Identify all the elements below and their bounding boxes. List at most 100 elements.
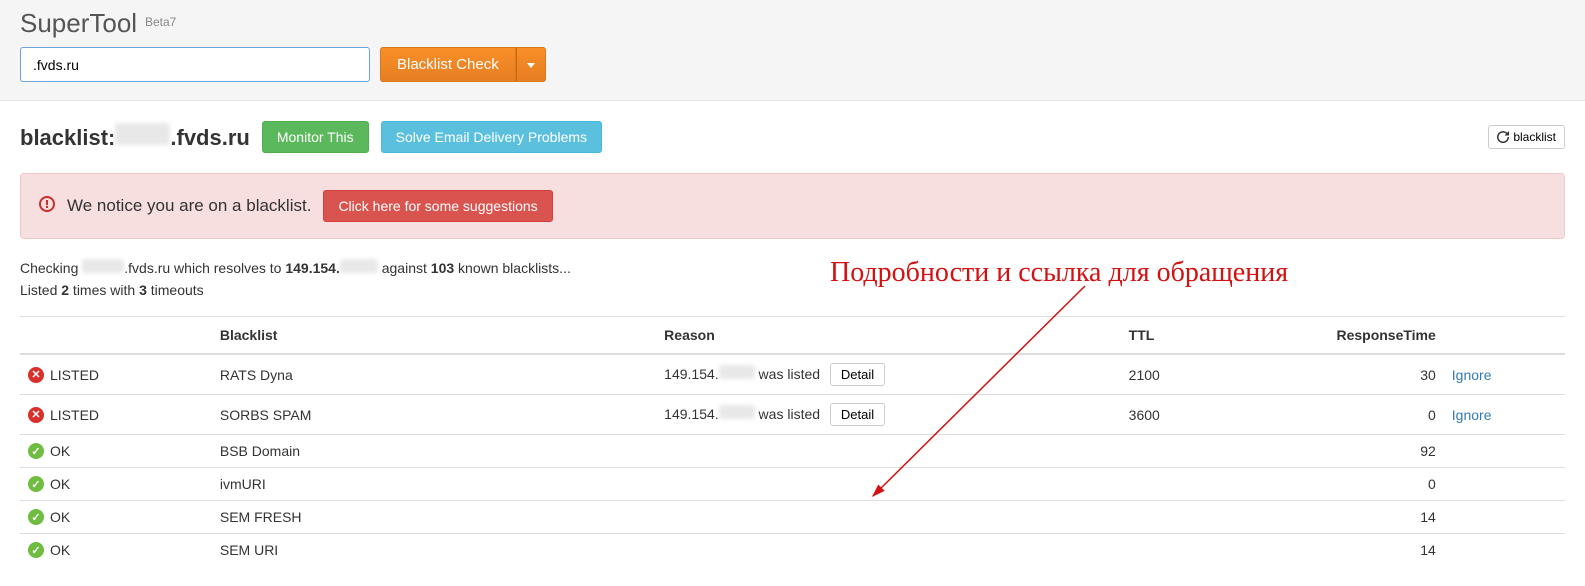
responsetime-cell: 14 [1222, 501, 1444, 534]
detail-button[interactable]: Detail [830, 403, 885, 426]
status-cell: OK [28, 509, 204, 525]
beta-badge: Beta7 [145, 15, 176, 29]
redacted-host2 [82, 259, 124, 273]
table-row: OK SEM URI 14 [20, 534, 1565, 567]
suggestions-button[interactable]: Click here for some suggestions [323, 190, 552, 222]
checking-ip-prefix: 149.154. [285, 260, 340, 276]
listed-icon [28, 367, 44, 383]
reason-suffix: was listed [755, 366, 820, 382]
solve-problems-button[interactable]: Solve Email Delivery Problems [381, 121, 602, 153]
checking-mid1: which resolves to [170, 260, 285, 276]
refresh-button[interactable]: blacklist [1488, 125, 1565, 149]
detail-button[interactable]: Detail [830, 363, 885, 386]
ttl-cell: 2100 [1121, 354, 1222, 395]
th-status [20, 317, 212, 355]
lookup-button-group: Blacklist Check [380, 47, 546, 82]
ok-icon [28, 443, 44, 459]
ttl-cell [1121, 534, 1222, 567]
table-row: LISTEDRATS Dyna149.154. was listed Detai… [20, 354, 1565, 395]
blacklist-name: SORBS SPAM [212, 395, 656, 435]
listed-prefix: Listed [20, 282, 61, 298]
checking-host-suffix: .fvds.ru [124, 260, 170, 276]
blacklist-alert: We notice you are on a blacklist. Click … [20, 173, 1565, 239]
checking-suffix: known blacklists... [454, 260, 571, 276]
status-cell: OK [28, 476, 204, 492]
action-cell [1444, 534, 1565, 567]
table-header-row: Blacklist Reason TTL ResponseTime [20, 317, 1565, 355]
main-content: blacklist: .fvds.ru Monitor This Solve Em… [0, 101, 1585, 586]
refresh-label: blacklist [1513, 130, 1556, 144]
status-cell: LISTED [28, 367, 204, 383]
redacted-ip-cell [719, 405, 755, 419]
blacklist-name: SEM URI [212, 534, 656, 567]
status-cell: LISTED [28, 407, 204, 423]
status-text: OK [50, 476, 70, 492]
reason-cell: 149.154. was listed Detail [656, 395, 1121, 435]
table-row: OKBSB Domain92 [20, 435, 1565, 468]
monitor-this-button[interactable]: Monitor This [262, 121, 369, 153]
table-row: OK SEM FRESH 14 [20, 501, 1565, 534]
blacklist-name: RATS Dyna [212, 354, 656, 395]
ttl-cell: 3600 [1121, 395, 1222, 435]
result-heading: blacklist: .fvds.ru [20, 123, 250, 151]
alert-icon [39, 196, 55, 217]
caret-down-icon [527, 63, 535, 68]
alert-text: We notice you are on a blacklist. [67, 196, 311, 216]
ok-icon [28, 476, 44, 492]
status-text: OK [50, 443, 70, 459]
listed-mid: times with [69, 282, 139, 298]
status-text: LISTED [50, 367, 99, 383]
th-action [1444, 317, 1565, 355]
status-cell: OK [28, 443, 204, 459]
action-cell [1444, 501, 1565, 534]
ignore-link[interactable]: Ignore [1452, 407, 1492, 423]
reason-ip-prefix: 149.154. [664, 406, 719, 422]
responsetime-cell: 0 [1222, 468, 1444, 501]
redacted-ip-cell [719, 365, 755, 379]
action-cell: Ignore [1444, 354, 1565, 395]
top-bar: SuperTool Beta7 Blacklist Check [0, 0, 1585, 101]
ttl-cell [1121, 501, 1222, 534]
checking-line: Checking .fvds.ru which resolves to 149.… [20, 259, 1565, 276]
ok-icon [28, 509, 44, 525]
table-row: OK ivmURI 0 [20, 468, 1565, 501]
action-cell [1444, 468, 1565, 501]
result-heading-prefix: blacklist: [20, 125, 115, 151]
checking-mid2: against [378, 260, 431, 276]
th-reason: Reason [656, 317, 1121, 355]
listed-times: 2 [61, 282, 69, 298]
redacted-ip [340, 259, 378, 273]
blacklist-name: BSB Domain [212, 435, 656, 468]
responsetime-cell: 0 [1222, 395, 1444, 435]
listed-timeouts: 3 [139, 282, 147, 298]
checking-count: 103 [431, 260, 454, 276]
listed-suffix: timeouts [147, 282, 204, 298]
domain-input[interactable] [20, 47, 370, 82]
status-text: OK [50, 509, 70, 525]
ttl-cell [1121, 468, 1222, 501]
blacklist-name: ivmURI [212, 468, 656, 501]
blacklist-check-dropdown[interactable] [516, 47, 546, 82]
title-row: SuperTool Beta7 [20, 8, 1565, 39]
blacklist-check-button[interactable]: Blacklist Check [380, 47, 516, 82]
responsetime-cell: 30 [1222, 354, 1444, 395]
status-text: LISTED [50, 407, 99, 423]
action-cell: Ignore [1444, 395, 1565, 435]
responsetime-cell: 14 [1222, 534, 1444, 567]
reason-cell [656, 501, 1121, 534]
action-cell [1444, 435, 1565, 468]
reason-cell [656, 435, 1121, 468]
listed-line: Listed 2 times with 3 timeouts [20, 282, 1565, 298]
listed-icon [28, 407, 44, 423]
result-heading-row: blacklist: .fvds.ru Monitor This Solve Em… [20, 121, 1565, 153]
result-heading-suffix: .fvds.ru [170, 125, 249, 151]
ignore-link[interactable]: Ignore [1452, 367, 1492, 383]
blacklist-name: SEM FRESH [212, 501, 656, 534]
checking-prefix: Checking [20, 260, 82, 276]
reason-cell [656, 468, 1121, 501]
table-row: LISTEDSORBS SPAM149.154. was listed Deta… [20, 395, 1565, 435]
status-text: OK [50, 542, 70, 558]
reason-suffix: was listed [755, 406, 820, 422]
reason-ip-prefix: 149.154. [664, 366, 719, 382]
reason-cell: 149.154. was listed Detail [656, 354, 1121, 395]
